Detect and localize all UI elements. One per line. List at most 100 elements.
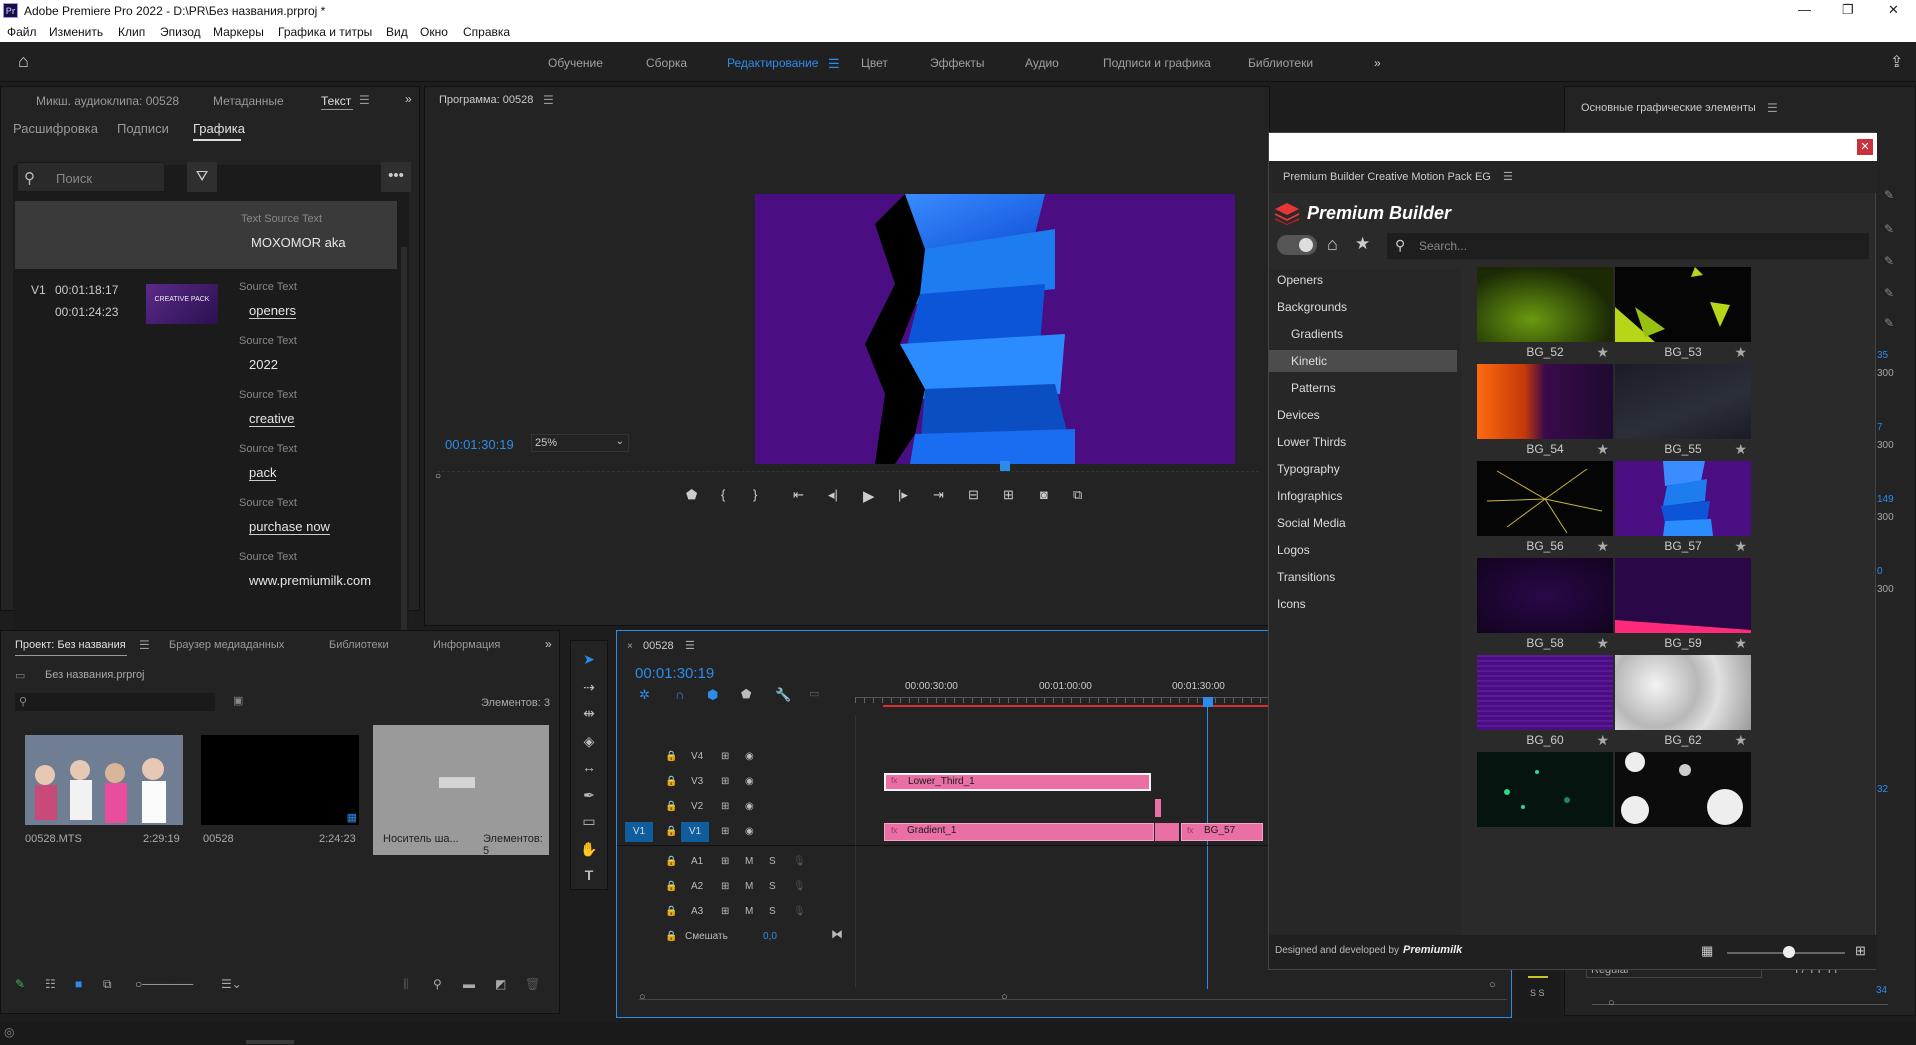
type-tool-icon[interactable]: T [579, 867, 599, 887]
scroll-handle[interactable]: ○ [1001, 991, 1008, 1003]
star-icon[interactable]: ★ [1734, 344, 1747, 361]
solo-button[interactable]: S [769, 856, 776, 867]
pen-icon[interactable]: ✎ [1884, 188, 1894, 202]
favorites-icon[interactable]: ★ [1355, 234, 1370, 254]
eye-icon[interactable]: ◉ [745, 776, 754, 787]
ripple-edit-icon[interactable]: ⇹ [579, 705, 599, 725]
category-backgrounds[interactable]: Backgrounds [1269, 296, 1425, 318]
freeform-view-icon[interactable]: ⧉ [103, 977, 112, 992]
prop-value[interactable]: 300 [1877, 368, 1894, 379]
clip-gradient[interactable]: Gradient_1 [884, 823, 1154, 841]
tab-info[interactable]: Информация [433, 639, 500, 651]
minimize-icon[interactable]: — [1798, 2, 1811, 17]
mic-icon[interactable]: 🎙 [793, 881, 806, 892]
tab-text[interactable]: Текст [321, 94, 351, 108]
selected-text-item[interactable]: Text Source Text MOXOMOR aka [15, 201, 397, 269]
more-icon[interactable]: ••• [381, 162, 411, 192]
category-openers[interactable]: Openers [1269, 269, 1425, 291]
menu-sequence[interactable]: Эпизод [160, 25, 201, 39]
media-thumb-sequence[interactable]: ▦ [201, 735, 359, 825]
go-to-out-icon[interactable]: ⇥ [933, 487, 944, 503]
close-icon[interactable]: ✕ [1857, 139, 1873, 155]
slider-handle[interactable] [1783, 946, 1795, 958]
lock-icon[interactable]: 🔒 [665, 881, 677, 892]
find-icon[interactable]: ⚲ [433, 977, 442, 991]
step-forward-icon[interactable]: |▸ [898, 487, 908, 503]
category-devices[interactable]: Devices [1269, 404, 1425, 426]
selection-tool-icon[interactable]: ➤ [579, 651, 599, 671]
category-kinetic[interactable]: Kinetic [1269, 350, 1457, 372]
chevron-right-icon[interactable]: » [545, 637, 552, 651]
category-transitions[interactable]: Transitions [1269, 566, 1425, 588]
thumb-bg-52[interactable]: BG_52 ★ [1477, 267, 1613, 362]
menu-graphics[interactable]: Графика и титры [278, 25, 372, 39]
menu-file[interactable]: Файл [7, 25, 37, 39]
menu-help[interactable]: Справка [463, 25, 510, 39]
large-grid-icon[interactable]: ⊞ [1855, 943, 1866, 959]
star-icon[interactable]: ★ [1596, 441, 1609, 458]
pen-icon[interactable]: ✎ [1884, 222, 1894, 236]
zoom-select[interactable]: 25% ⌄ [531, 434, 629, 452]
pen-tool-icon[interactable]: ✒ [579, 787, 599, 807]
mix-value[interactable]: 0,0 [763, 931, 777, 942]
track-name[interactable]: V1 [681, 822, 709, 842]
prop-value[interactable]: 149 [1877, 494, 1894, 505]
item-value[interactable]: purchase now [249, 519, 330, 535]
category-lower-thirds[interactable]: Lower Thirds [1269, 431, 1425, 453]
scrollbar[interactable] [401, 247, 407, 687]
marker-icon[interactable]: ⬟ [741, 687, 751, 701]
extract-icon[interactable]: ⊞ [1003, 487, 1014, 503]
prop-value[interactable]: 35 [1877, 350, 1888, 361]
panel-menu-icon[interactable]: ☰ [685, 639, 695, 652]
plugin-search-input[interactable]: ⚲ Search... [1387, 233, 1869, 259]
ws-captions[interactable]: Подписи и графика [1103, 56, 1211, 70]
star-icon[interactable]: ★ [1596, 344, 1609, 361]
clip-bg57[interactable]: BG_57 [1181, 823, 1263, 841]
subtab-graphics[interactable]: Графика [193, 121, 245, 136]
media-bin-tile[interactable]: ▬ Носитель ша... Элементов: 5 [373, 725, 549, 857]
sync-icon[interactable]: ⊞ [721, 751, 729, 762]
scroll-handle[interactable]: ○ [1489, 979, 1496, 991]
star-icon[interactable]: ★ [1596, 732, 1609, 749]
prop-value[interactable]: 32 [1877, 784, 1888, 795]
home-icon[interactable]: ⌂ [1327, 234, 1338, 255]
play-icon[interactable]: ▶ [863, 487, 875, 505]
thumb-bg-60[interactable]: BG_60 ★ [1477, 655, 1613, 750]
media-thumb-mts[interactable] [25, 735, 183, 825]
mic-icon[interactable]: 🎙 [793, 856, 806, 867]
linked-icon[interactable]: ∩ [675, 687, 684, 702]
mark-out-icon[interactable]: } [753, 487, 757, 502]
source-patch[interactable]: V1 [625, 822, 653, 842]
star-icon[interactable]: ★ [1734, 635, 1747, 652]
small-grid-icon[interactable]: ▦ [1701, 943, 1713, 959]
timeline-scrollbar[interactable] [639, 999, 1507, 1000]
lock-icon[interactable]: 🔒 [665, 906, 677, 917]
thumb-bg-58[interactable]: BG_58 ★ [1477, 558, 1613, 653]
category-gradients[interactable]: Gradients [1269, 323, 1425, 345]
list-view-icon[interactable]: ☷ [45, 977, 56, 991]
new-item-icon[interactable]: ◩ [495, 977, 506, 991]
project-search-input[interactable]: ⚲ [15, 693, 215, 711]
tab-libraries[interactable]: Библиотеки [329, 639, 389, 651]
captions-icon[interactable]: ▭ [809, 687, 819, 700]
slip-icon[interactable]: ↔ [579, 759, 599, 779]
thumb-bg-59[interactable]: BG_59 ★ [1615, 558, 1751, 653]
restore-icon[interactable]: ❐ [1842, 2, 1854, 18]
sync-icon[interactable]: ⊞ [721, 826, 729, 837]
category-icons[interactable]: Icons [1269, 593, 1425, 615]
snap-icon[interactable]: ✲ [639, 687, 650, 703]
menu-view[interactable]: Вид [386, 25, 408, 39]
go-to-in-icon[interactable]: ⇤ [793, 487, 804, 503]
star-icon[interactable]: ★ [1734, 732, 1747, 749]
subtab-captions[interactable]: Подписи [117, 121, 169, 136]
size-slider[interactable] [1592, 1004, 1888, 1005]
pen-icon[interactable]: ✎ [1884, 286, 1894, 300]
item-value[interactable]: creative [249, 411, 295, 427]
thumb-bg-62[interactable]: BG_62 ★ [1615, 655, 1751, 750]
tab-media-browser[interactable]: Браузер медиаданных [169, 639, 284, 651]
sync-icon[interactable]: ⊞ [721, 801, 729, 812]
add-marker-icon[interactable]: ⬢ [707, 687, 718, 703]
close-tab-icon[interactable]: × [627, 641, 633, 652]
lock-icon[interactable]: 🔒 [665, 931, 677, 942]
step-back-icon[interactable]: ◂| [828, 487, 838, 503]
